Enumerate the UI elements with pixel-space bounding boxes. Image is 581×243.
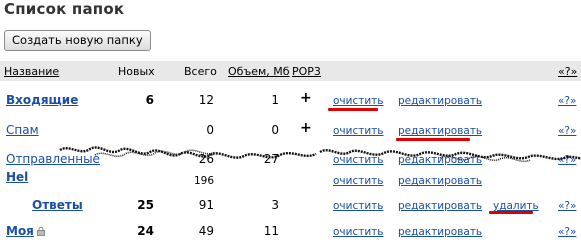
- replies-clear-link[interactable]: очистить: [333, 199, 383, 214]
- hel-total-count: 196: [193, 175, 214, 187]
- create-folder-button[interactable]: Создать новую папку: [4, 30, 151, 51]
- my-total-count: 49: [198, 224, 214, 238]
- highlight-underline-inbox-clear: [328, 108, 378, 111]
- header-new: Новых: [118, 65, 155, 78]
- hel-edit-link[interactable]: редактировать: [398, 174, 482, 189]
- spam-clear-link[interactable]: очистить: [333, 124, 383, 139]
- replies-size: 3: [271, 198, 279, 212]
- spam-edit-link[interactable]: редактировать: [398, 124, 482, 139]
- header-pop3[interactable]: POP3: [292, 65, 321, 78]
- spam-move-link[interactable]: «?»: [558, 124, 576, 139]
- header-move[interactable]: «?»: [558, 65, 577, 78]
- redaction-scribble: [59, 146, 581, 163]
- header-total: Всего: [184, 65, 217, 78]
- page-title: Список папок: [4, 0, 125, 18]
- folder-my-cell: Моя: [6, 224, 45, 239]
- folder-link-hel[interactable]: Hel: [6, 170, 28, 185]
- my-edit-link[interactable]: редактировать: [398, 225, 482, 240]
- my-size: 11: [263, 224, 279, 238]
- inbox-move-link[interactable]: «?»: [558, 94, 576, 109]
- folder-link-spam[interactable]: Спам: [6, 123, 39, 138]
- inbox-total-count: 12: [198, 93, 214, 107]
- inbox-pop3-flag: +: [300, 90, 312, 106]
- my-move-link[interactable]: «?»: [558, 225, 576, 240]
- replies-move-link[interactable]: «?»: [558, 199, 576, 214]
- inbox-edit-link[interactable]: редактировать: [398, 94, 482, 109]
- hel-clear-link[interactable]: очистить: [333, 174, 383, 189]
- inbox-new-count: 6: [145, 93, 154, 107]
- table-header: [0, 61, 581, 81]
- folder-link-replies[interactable]: Ответы: [32, 198, 83, 213]
- inbox-size: 1: [271, 93, 279, 107]
- highlight-underline-replies-delete: [489, 211, 533, 214]
- my-new-count: 24: [137, 224, 154, 238]
- inbox-clear-link[interactable]: очистить: [333, 94, 383, 109]
- my-clear-link[interactable]: очистить: [333, 225, 383, 240]
- replies-new-count: 25: [137, 198, 154, 212]
- spam-total-count: 0: [206, 123, 214, 137]
- header-size[interactable]: Объем, Мб: [228, 65, 290, 78]
- lock-icon: [36, 227, 45, 236]
- replies-edit-link[interactable]: редактировать: [398, 199, 482, 214]
- folder-link-inbox[interactable]: Входящие: [6, 93, 78, 108]
- spam-pop3-flag: +: [300, 120, 312, 136]
- replies-total-count: 91: [198, 198, 214, 212]
- spam-size: 0: [271, 123, 279, 137]
- folder-link-my[interactable]: Моя: [6, 224, 34, 238]
- header-name[interactable]: Название: [4, 65, 59, 78]
